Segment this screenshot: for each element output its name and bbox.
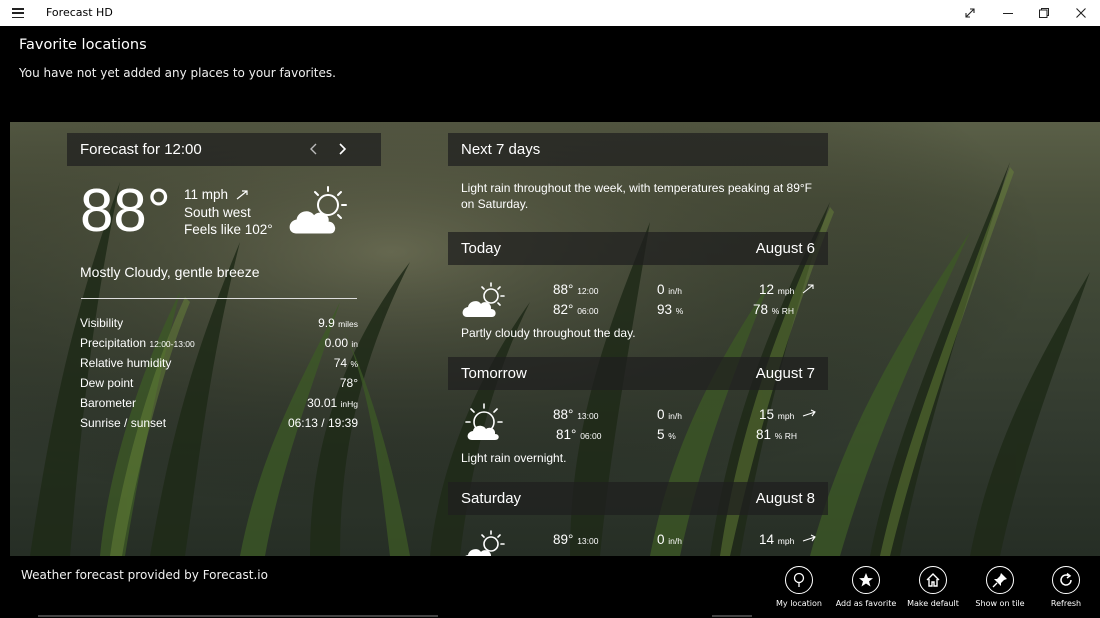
detail-value-sunrise-sunset: 06:13 / 19:39 (287, 416, 358, 430)
detail-value-precipitation: 0.00 in (324, 336, 358, 350)
day-low: 82° 06:00 (553, 302, 599, 317)
next-hour-button[interactable] (336, 140, 350, 158)
day-high: 88° 12:00 (553, 282, 599, 297)
day-humidity: 78 % RH (753, 302, 794, 317)
week-summary: Light rain throughout the week, with tem… (461, 181, 813, 211)
day-header-tomorrow[interactable]: Tomorrow August 7 (448, 357, 828, 390)
wind-speed: 11 mph (184, 187, 249, 202)
detail-label-precipitation: Precipitation 12:00-13:00 (80, 336, 195, 350)
detail-label-sunrise-sunset: Sunrise / sunset (80, 416, 167, 430)
expand-icon[interactable] (952, 0, 988, 26)
location-pin-icon (785, 566, 813, 594)
day-precip-prob: 93 % (657, 302, 684, 317)
favorites-section: Favorite locations You have not yet adde… (0, 26, 1100, 122)
detail-label-barometer: Barometer (80, 396, 137, 410)
detail-value-visibility: 9.9 miles (318, 316, 358, 330)
refresh-label: Refresh (1050, 599, 1082, 608)
show-on-tile-button[interactable]: Show on tile (968, 566, 1032, 608)
feels-like: Feels like 102° (184, 222, 273, 237)
day-name: Today (461, 240, 502, 257)
detail-label-visibility: Visibility (80, 316, 124, 330)
day-wind: 14 mph (759, 532, 816, 547)
title-bar: Forecast HD (0, 0, 1100, 26)
scrollbar-segment (712, 615, 752, 617)
refresh-icon (1052, 566, 1080, 594)
minimize-icon[interactable] (990, 0, 1026, 26)
day-precip-prob: 5 % (657, 427, 676, 442)
favorites-title: Favorite locations (19, 37, 147, 53)
day-low: 81° 06:00 (556, 427, 602, 442)
partly-cloudy-day-icon (286, 183, 352, 242)
home-icon (919, 566, 947, 594)
add-as-favorite-label: Add as favorite (835, 599, 897, 608)
show-on-tile-label: Show on tile (975, 599, 1025, 608)
day-name: Saturday (461, 490, 522, 507)
day-high: 89° 13:00 (553, 532, 599, 547)
star-icon (852, 566, 880, 594)
day-precip: 0 in/h (657, 532, 682, 547)
horizontal-scrollbar[interactable] (38, 615, 438, 617)
my-location-button[interactable]: My location (767, 566, 831, 608)
partly-cloudy-day-icon (460, 280, 508, 325)
day-date: August 6 (755, 240, 815, 257)
current-summary: Mostly Cloudy, gentle breeze (80, 264, 260, 280)
wind-direction-icon (236, 190, 248, 200)
detail-value-humidity: 74 % (333, 356, 358, 370)
day-precip: 0 in/h (657, 282, 682, 297)
divider (81, 298, 357, 299)
my-location-label: My location (776, 599, 822, 608)
forecast-credit: Weather forecast provided by Forecast.io (21, 568, 268, 582)
next-7-days-header: Next 7 days (448, 133, 828, 166)
previous-hour-button[interactable] (308, 140, 322, 158)
make-default-button[interactable]: Make default (901, 566, 965, 608)
current-temperature: 88° (80, 177, 171, 244)
partly-cloudy-day-icon (460, 528, 508, 556)
hamburger-icon[interactable] (8, 5, 28, 21)
pin-icon (986, 566, 1014, 594)
wind-direction-icon (802, 284, 814, 294)
day-description: Light rain overnight. (461, 451, 567, 465)
app-bar: Weather forecast provided by Forecast.io… (0, 556, 1100, 618)
detail-label-dew-point: Dew point (80, 376, 134, 390)
day-high: 88° 13:00 (553, 407, 599, 422)
day-date: August 8 (755, 490, 815, 507)
refresh-button[interactable]: Refresh (1034, 566, 1098, 608)
favorites-empty-text: You have not yet added any places to you… (19, 66, 336, 80)
wind-direction: South west (184, 205, 251, 220)
close-icon[interactable] (1063, 0, 1099, 26)
add-as-favorite-button[interactable]: Add as favorite (834, 566, 898, 608)
next-7-days-title: Next 7 days (461, 141, 541, 158)
day-header-saturday[interactable]: Saturday August 8 (448, 482, 828, 515)
current-forecast-header: Forecast for 12:00 (67, 133, 381, 166)
wind-direction-icon (802, 409, 816, 417)
day-date: August 7 (755, 365, 815, 382)
day-humidity: 81 % RH (756, 427, 797, 442)
day-header-today[interactable]: Today August 6 (448, 232, 828, 265)
detail-value-dew-point: 78° (339, 376, 358, 390)
day-wind: 12 mph (759, 282, 814, 297)
current-forecast-title: Forecast for 12:00 (80, 141, 202, 158)
sun-rain-icon (462, 402, 506, 451)
day-wind: 15 mph (759, 407, 816, 422)
day-description: Partly cloudy throughout the day. (461, 326, 636, 340)
day-name: Tomorrow (461, 365, 527, 382)
wind-direction-icon (802, 534, 816, 542)
detail-label-humidity: Relative humidity (80, 356, 172, 370)
detail-value-barometer: 30.01 inHg (307, 396, 358, 410)
day-precip: 0 in/h (657, 407, 682, 422)
app-title: Forecast HD (46, 6, 113, 19)
make-default-label: Make default (907, 599, 959, 608)
restore-icon[interactable] (1026, 0, 1062, 26)
